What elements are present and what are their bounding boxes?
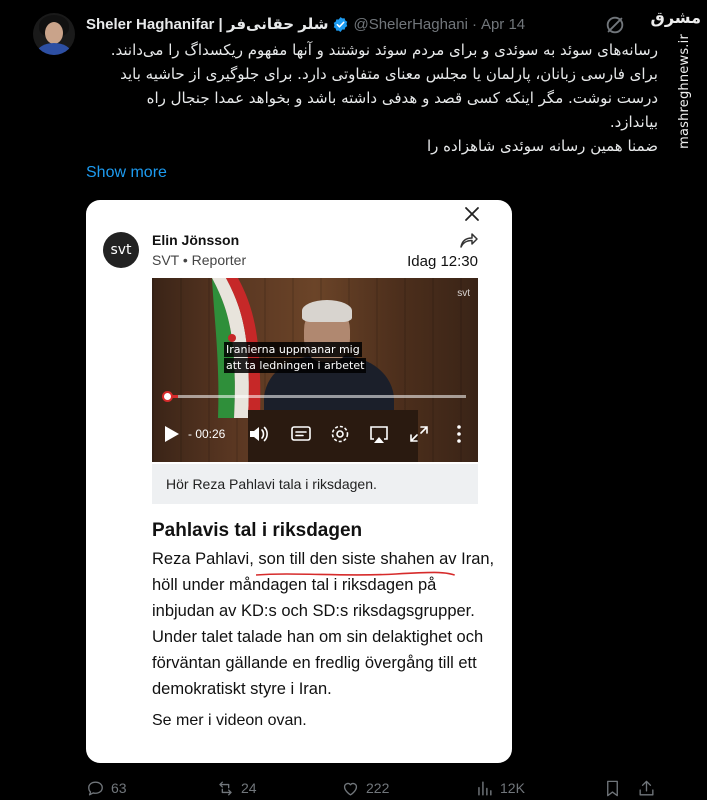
subtitle-line: att ta ledningen i arbetet <box>224 358 367 373</box>
like-button[interactable]: 222 <box>341 777 389 799</box>
watermark-logo: مشرق <box>650 8 701 27</box>
speaker-hair <box>302 300 352 322</box>
watermark: مشرق mashreghnews.ir <box>651 0 707 149</box>
repost-icon <box>219 780 232 796</box>
settings-icon <box>331 425 349 443</box>
article-body: Reza Pahlavi, son till den siste shahen … <box>152 546 496 702</box>
video-brand-mark: svt <box>457 288 470 299</box>
subtitle-line: Iranierna uppmanar mig <box>224 342 362 357</box>
card-role: SVT • Reporter <box>152 252 247 268</box>
tweet-text-line: رسانه‌های سوئد به سوئدی و برای مردم سوئد… <box>110 41 658 59</box>
reply-icon <box>88 780 103 796</box>
video-remaining-time: - 00:26 <box>188 427 226 441</box>
article-see-more: Se mer i videon ovan. <box>152 712 307 729</box>
like-icon <box>343 782 358 796</box>
fullscreen-icon <box>410 426 428 442</box>
tweet-text-line: ضمنا همین رسانه سوئدی شاهزاده را <box>426 137 658 155</box>
verified-badge-icon <box>334 16 348 32</box>
video-caption: Hör Reza Pahlavi tala i riksdagen. <box>152 464 478 504</box>
grok-icon[interactable] <box>604 14 626 36</box>
more-vertical-icon <box>457 425 461 443</box>
tweet-header: Sheler Haghanifar | شلر حقانی‌فر @Sheler… <box>86 14 525 34</box>
video-progress-bar <box>166 395 466 398</box>
show-more-link[interactable]: Show more <box>86 164 167 182</box>
tweet-text-line: درست نوشت. مگر اینکه کسی قصد و هدفی داشت… <box>146 89 658 107</box>
repost-button[interactable]: 24 <box>216 777 257 799</box>
bookmark-button[interactable] <box>603 777 622 799</box>
header-separator: · <box>471 15 477 33</box>
reply-button[interactable]: 63 <box>86 777 127 799</box>
views-icon <box>478 780 492 796</box>
like-count: 222 <box>366 780 390 796</box>
red-underline-annotation <box>255 571 455 576</box>
play-icon <box>165 426 179 442</box>
volume-icon <box>250 426 268 442</box>
reply-count: 63 <box>111 780 127 796</box>
bookmark-icon <box>607 780 618 796</box>
views-button[interactable]: 12K <box>475 777 525 799</box>
repost-count: 24 <box>241 780 257 796</box>
article-body-pre: Reza Pahlavi, <box>152 550 254 568</box>
article-body-underlined-text: son till den siste shahen av <box>253 550 457 568</box>
article-title: Pahlavis tal i riksdagen <box>152 520 363 541</box>
tweet-date[interactable]: Apr 14 <box>481 16 525 33</box>
video-progress-knob <box>162 391 173 402</box>
watermark-url: mashreghnews.ir <box>677 34 692 149</box>
tweet-text-line: بیاندازد. <box>609 113 658 131</box>
tweet-text: رسانه‌های سوئد به سوئدی و برای مردم سوئد… <box>86 38 658 158</box>
share-icon <box>460 233 478 248</box>
subtitles-icon <box>291 426 311 441</box>
card-time: Idag 12:30 <box>407 253 478 270</box>
embedded-image[interactable]: svt Elin Jönsson SVT • Reporter Idag 12:… <box>86 200 512 763</box>
close-icon <box>465 207 479 221</box>
author-name[interactable]: Sheler Haghanifar | شلر حقانی‌فر <box>86 15 328 33</box>
views-count: 12K <box>500 780 525 796</box>
tweet-text-line: برای فارسی زبانان، پارلمان یا مجلس معنای… <box>120 65 658 83</box>
avatar[interactable] <box>33 13 75 55</box>
author-handle[interactable]: @ShelerHaghani <box>353 16 467 33</box>
article-body-underlined: son till den siste shahen av <box>253 550 457 576</box>
video-subtitle: Iranierna uppmanar mig att ta ledningen … <box>224 342 367 374</box>
tweet-action-bar: 63 24 222 12K <box>86 777 658 799</box>
avatar-shirt <box>37 43 71 55</box>
airplay-icon <box>370 426 388 443</box>
avatar-face <box>45 22 63 44</box>
svt-logo: svt <box>103 232 139 268</box>
video-player: svt Iranierna uppmanar mig att ta lednin… <box>152 278 478 462</box>
share-tweet-button[interactable] <box>637 777 656 799</box>
share-tweet-icon <box>639 780 654 796</box>
card-author: Elin Jönsson <box>152 232 240 248</box>
